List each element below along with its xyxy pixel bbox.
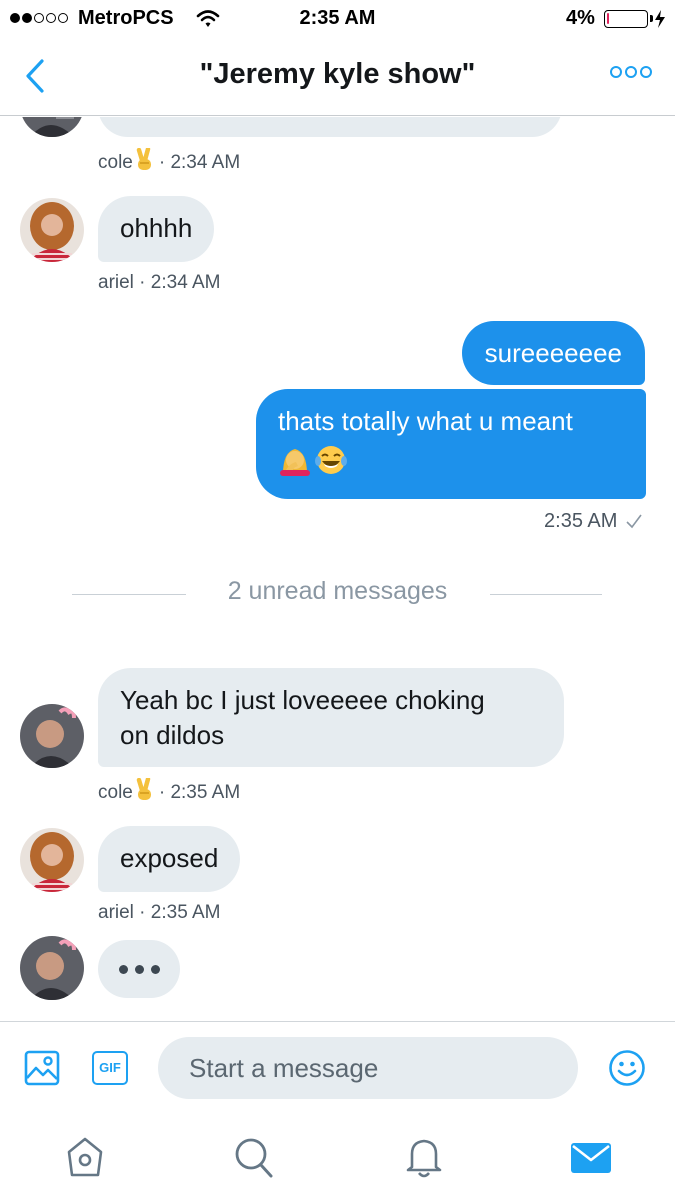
bottom-tab-bar (0, 1121, 675, 1200)
home-icon (67, 1137, 103, 1177)
message-meta: cole · 2:35 AM (98, 776, 241, 808)
wifi-icon (196, 10, 220, 27)
victory-hand-emoji (135, 146, 155, 178)
message-thread[interactable]: cole · 2:34 AM ohhhh ariel · 2:34 AM sur… (0, 117, 675, 1021)
message-time: 2:35 AM (544, 510, 618, 532)
message-bubble[interactable]: thats totally what u meant (256, 389, 646, 499)
carrier-name: MetroPCS (78, 7, 174, 29)
conversation-title: "Jeremy kyle show" (199, 58, 476, 90)
message-time: · 2:35 AM (158, 782, 241, 803)
add-photo-button[interactable] (24, 1050, 60, 1091)
tab-search[interactable] (233, 1135, 275, 1179)
more-dots-icon (610, 66, 622, 78)
gif-button[interactable]: GIF (92, 1051, 128, 1085)
unread-divider: 2 unread messages (227, 577, 448, 605)
message-text: Yeah bc I just loveeeee choking (120, 685, 485, 715)
avatar-cole[interactable] (20, 704, 84, 768)
face-palm-emoji (280, 449, 310, 476)
message-bubble[interactable]: exposed (98, 826, 241, 892)
typing-indicator (98, 940, 180, 998)
image-icon (24, 1050, 60, 1086)
sender-name: cole (98, 152, 133, 173)
search-icon (235, 1138, 273, 1178)
check-icon (626, 514, 642, 529)
avatar-cole[interactable] (20, 117, 84, 137)
signal-strength-icon (10, 13, 68, 23)
message-text: exposed (120, 843, 219, 873)
message-text: sureeeeeee (484, 338, 622, 368)
more-options-button[interactable] (610, 66, 652, 78)
avatar-ariel[interactable] (20, 198, 84, 262)
avatar-ariel[interactable] (20, 828, 84, 892)
message-bubble[interactable]: ohhhh (98, 196, 215, 262)
messages-envelope-icon (571, 1143, 611, 1173)
avatar-cole[interactable] (20, 936, 84, 1000)
emoji-button[interactable] (608, 1049, 646, 1092)
message-meta: 2:35 AM (544, 510, 643, 533)
message-bubble[interactable]: Yeah bc I just loveeeee choking on dildo… (98, 668, 564, 767)
message-time: · 2:34 AM (158, 152, 241, 173)
battery-icon (604, 10, 653, 28)
victory-hand-emoji (135, 776, 155, 808)
message-meta: ariel · 2:35 AM (98, 902, 221, 923)
charging-bolt-icon (655, 10, 665, 28)
message-input[interactable] (158, 1037, 578, 1099)
message-text: on dildos (120, 720, 225, 750)
battery-percent: 4% (566, 7, 595, 29)
tab-notifications[interactable] (403, 1135, 445, 1179)
message-bubble[interactable]: sureeeeeee (461, 321, 645, 385)
message-composer: GIF (0, 1021, 675, 1121)
message-bubble[interactable] (98, 117, 562, 137)
notifications-bell-icon (406, 1139, 442, 1178)
smiley-icon (609, 1050, 645, 1086)
sender-name: cole (98, 782, 133, 803)
tab-messages[interactable] (570, 1135, 612, 1179)
status-bar: MetroPCS 2:35 AM 4% (0, 0, 675, 40)
conversation-header: "Jeremy kyle show" (0, 40, 675, 116)
message-meta: cole · 2:34 AM (98, 146, 241, 178)
message-text: ohhhh (120, 213, 193, 243)
tears-of-joy-emoji (315, 446, 347, 474)
tab-home[interactable] (64, 1135, 106, 1179)
divider-line (490, 594, 602, 595)
message-meta: ariel · 2:34 AM (98, 272, 221, 293)
message-text: thats totally what u meant (278, 406, 573, 436)
